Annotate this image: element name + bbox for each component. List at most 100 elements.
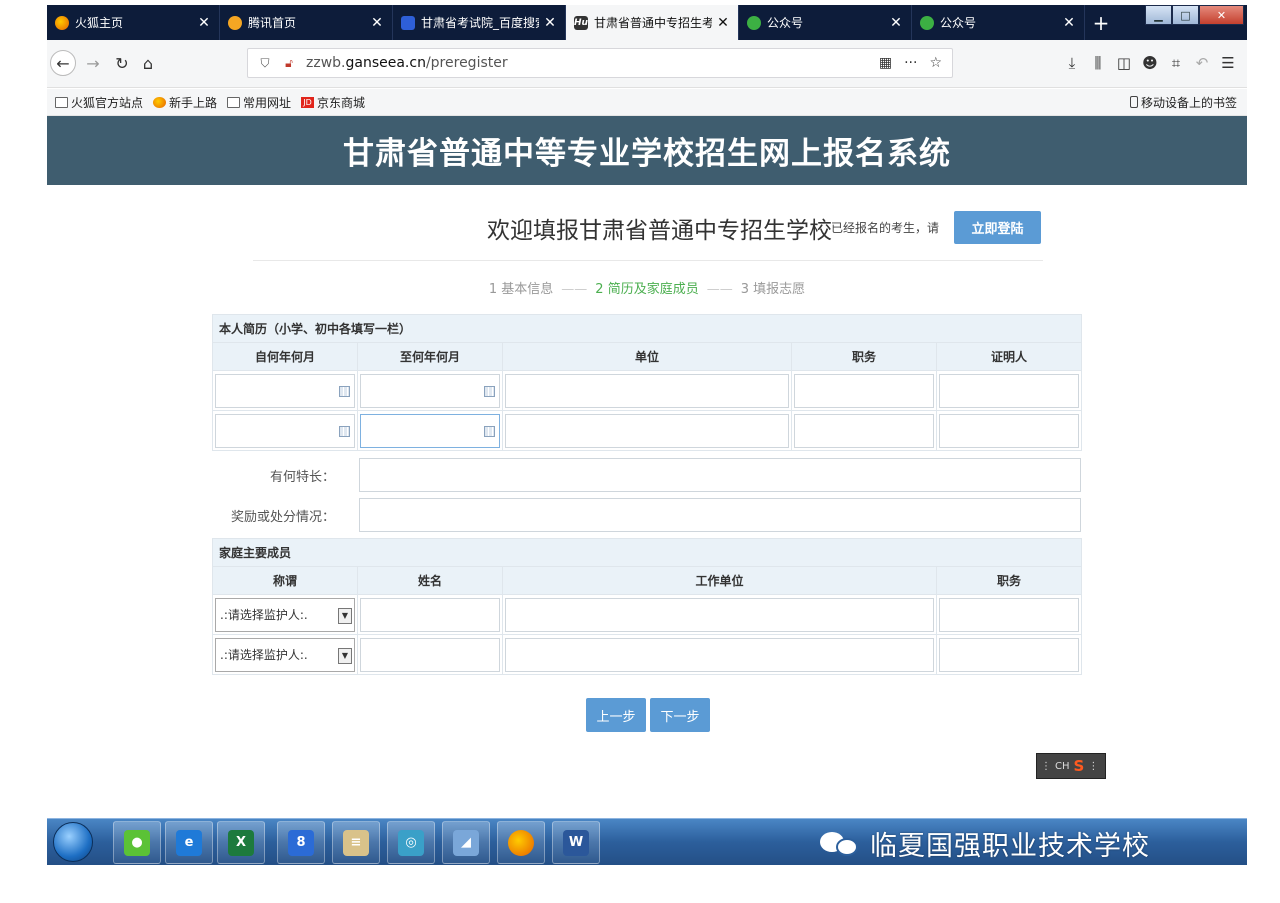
member-position-input[interactable]: [939, 597, 1080, 632]
baidu-icon: [401, 15, 415, 30]
member-workplace-input[interactable]: [505, 597, 934, 632]
guardian-select[interactable]: .:请选择监护人:. ▼: [215, 637, 355, 672]
tab-register[interactable]: Hu 甘肃省普通中专招生考生网 ✕: [566, 5, 739, 40]
tab-bar: 火狐主页 ✕ 腾讯首页 ✕ 甘肃省考试院_百度搜索 ✕ Hu 甘肃省普通中专招生…: [47, 5, 1247, 40]
position-input[interactable]: [794, 373, 934, 408]
member-position-input[interactable]: [939, 637, 1080, 672]
taskbar-app[interactable]: ◎: [387, 821, 435, 864]
dropdown-arrow-icon[interactable]: ▼: [338, 607, 352, 624]
ime-grip-icon: ⋮: [1041, 760, 1051, 772]
taskbar-ie[interactable]: e: [165, 821, 213, 864]
close-icon[interactable]: ✕: [1062, 15, 1076, 31]
specialty-input[interactable]: [359, 458, 1081, 492]
calendar-icon[interactable]: [339, 425, 350, 437]
taskbar-notepad[interactable]: ≡: [332, 821, 380, 864]
member-name-input[interactable]: [360, 597, 500, 632]
menu-icon[interactable]: ☰: [1215, 50, 1241, 76]
qr-code-icon[interactable]: ▦: [879, 55, 892, 71]
rewards-input[interactable]: [359, 498, 1081, 532]
close-icon[interactable]: ✕: [370, 15, 384, 31]
browser-window: 火狐主页 ✕ 腾讯首页 ✕ 甘肃省考试院_百度搜索 ✕ Hu 甘肃省普通中专招生…: [47, 5, 1247, 865]
extra-info-table: 有何特长： 奖励或处分情况：: [212, 455, 1081, 535]
close-icon[interactable]: ✕: [716, 15, 730, 31]
taskbar-app[interactable]: ◢: [442, 821, 490, 864]
step-preferences: 3 填报志愿: [740, 282, 806, 297]
library-icon[interactable]: ⫼: [1085, 50, 1111, 76]
prev-step-button[interactable]: 上一步: [586, 698, 646, 732]
resume-table: 本人简历（小学、初中各填写一栏） 自何年何月 至何年何月 单位 职务 证明人: [211, 314, 1083, 451]
calendar-icon[interactable]: [339, 385, 350, 397]
school-input[interactable]: [505, 413, 789, 448]
undo-icon[interactable]: ↶: [1189, 50, 1215, 76]
close-icon[interactable]: ✕: [889, 15, 903, 31]
taskbar-firefox[interactable]: [497, 821, 545, 864]
url-text[interactable]: zzwb.ganseea.cn/preregister: [306, 55, 879, 71]
home-button[interactable]: ⌂: [135, 50, 161, 76]
tab-tencent[interactable]: 腾讯首页 ✕: [220, 5, 393, 40]
tab-wechat-mp-2[interactable]: 公众号 ✕: [912, 5, 1085, 40]
wechat-icon: ●: [124, 829, 150, 856]
bookmark-getting-started[interactable]: 新手上路: [153, 94, 217, 111]
screenshot-icon[interactable]: ⌗: [1163, 50, 1189, 76]
to-date-input[interactable]: [360, 373, 500, 408]
login-button[interactable]: 立即登陆: [954, 211, 1041, 244]
ime-menu-icon[interactable]: ⋮: [1088, 761, 1098, 772]
page-actions-icon[interactable]: ···: [904, 55, 917, 71]
site-icon: Hu: [574, 15, 588, 30]
minimize-button[interactable]: ▁: [1145, 5, 1172, 25]
taskbar-excel[interactable]: X: [217, 821, 265, 864]
bookmark-star-icon[interactable]: ☆: [929, 55, 942, 71]
bookmark-firefox-site[interactable]: 火狐官方站点: [55, 94, 143, 111]
position-input[interactable]: [794, 413, 934, 448]
taskbar-word[interactable]: W: [552, 821, 600, 864]
tab-baidu[interactable]: 甘肃省考试院_百度搜索 ✕: [393, 5, 566, 40]
school-input[interactable]: [505, 373, 789, 408]
sidebar-icon[interactable]: ◫: [1111, 50, 1137, 76]
bookmark-jd[interactable]: JD 京东商城: [301, 94, 365, 111]
tab-firefox-home[interactable]: 火狐主页 ✕: [47, 5, 220, 40]
calendar-icon[interactable]: [484, 385, 495, 397]
taskbar-wechat[interactable]: ●: [113, 821, 161, 864]
tab-wechat-mp-1[interactable]: 公众号 ✕: [739, 5, 912, 40]
reload-button[interactable]: ↻: [109, 50, 135, 76]
mobile-bookmarks[interactable]: 移动设备上的书签: [1129, 94, 1237, 111]
firefox-icon: [55, 15, 69, 30]
calendar-icon[interactable]: [484, 425, 495, 437]
member-workplace-input[interactable]: [505, 637, 934, 672]
url-bar[interactable]: ⛉ 🔓︎ zzwb.ganseea.cn/preregister ▦ ··· ☆: [247, 48, 953, 78]
bookmark-common-sites[interactable]: 常用网址: [227, 94, 291, 111]
witness-input[interactable]: [939, 373, 1080, 408]
witness-input[interactable]: [939, 413, 1080, 448]
taskbar-app[interactable]: 8: [277, 821, 325, 864]
close-icon[interactable]: ✕: [543, 15, 557, 31]
resume-section-title: 本人简历（小学、初中各填写一栏）: [211, 314, 1083, 343]
firefox-icon: [153, 96, 167, 108]
dropdown-arrow-icon[interactable]: ▼: [338, 647, 352, 664]
back-button[interactable]: ←: [50, 50, 76, 76]
shield-icon[interactable]: ⛉: [256, 56, 274, 71]
new-tab-button[interactable]: +: [1085, 5, 1117, 40]
next-step-button[interactable]: 下一步: [650, 698, 710, 732]
download-icon[interactable]: ⤓: [1059, 50, 1085, 76]
column-header: 自何年何月: [212, 342, 358, 371]
tab-title: 公众号: [940, 16, 977, 30]
from-date-input[interactable]: [215, 413, 355, 448]
app-icon: 8: [288, 829, 314, 856]
account-icon[interactable]: ☻: [1137, 50, 1163, 76]
guardian-select[interactable]: .:请选择监护人:. ▼: [215, 597, 355, 632]
table-row: [212, 410, 1083, 451]
close-window-button[interactable]: ✕: [1199, 5, 1244, 25]
close-icon[interactable]: ✕: [197, 15, 211, 31]
to-date-input[interactable]: [360, 413, 500, 448]
from-date-input[interactable]: [215, 373, 355, 408]
forward-button[interactable]: →: [80, 50, 106, 76]
maximize-button[interactable]: □: [1172, 5, 1199, 25]
member-name-input[interactable]: [360, 637, 500, 672]
sogou-icon: S: [1073, 757, 1085, 775]
insecure-lock-icon[interactable]: 🔓︎: [280, 56, 298, 71]
start-button[interactable]: [53, 822, 93, 862]
firefox-icon: [508, 829, 534, 856]
ime-toolbar[interactable]: ⋮ CH S ⋮: [1036, 753, 1106, 779]
window-controls: ▁ □ ✕: [1145, 5, 1244, 25]
table-row: [212, 370, 1083, 411]
